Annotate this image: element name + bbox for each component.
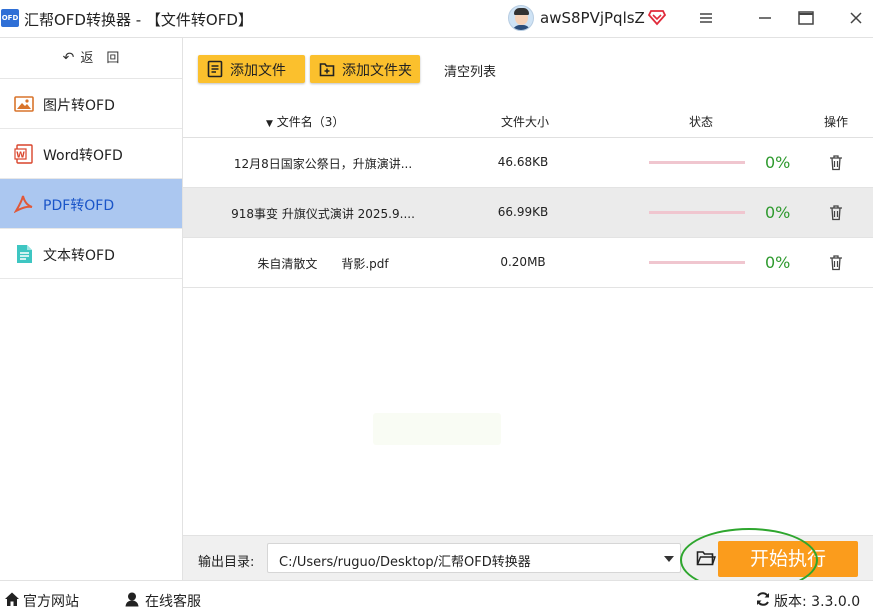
maximize-icon[interactable] bbox=[795, 7, 817, 29]
file-name: 918事变 升旗仪式演讲 2025.9.... bbox=[231, 207, 415, 221]
app-logo: OFD bbox=[1, 9, 19, 27]
vip-diamond-icon[interactable] bbox=[648, 8, 666, 26]
column-header-operation: 操作 bbox=[824, 115, 849, 129]
title-bar: OFD 汇帮OFD转换器 - 【文件转OFD】 awS8PVjPqlsZ bbox=[0, 0, 873, 38]
sidebar-item-label: Word转OFD bbox=[43, 148, 123, 164]
table-row[interactable]: 朱自清散文 背影.pdf 0.20MB 0% bbox=[183, 238, 873, 288]
progress-bar bbox=[649, 261, 745, 264]
sidebar-item-text[interactable]: 文本转OFD bbox=[0, 229, 182, 279]
back-arrow-icon: ↶ bbox=[62, 50, 75, 66]
user-avatar[interactable] bbox=[508, 5, 534, 31]
menu-icon[interactable] bbox=[695, 7, 717, 29]
image-icon bbox=[14, 96, 34, 112]
column-header-name-label: 文件名（3） bbox=[276, 115, 345, 129]
progress-percent: 0% bbox=[765, 203, 791, 222]
add-folder-icon bbox=[319, 63, 335, 77]
output-dir-select[interactable]: C:/Users/ruguo/Desktop/汇帮OFD转换器 bbox=[267, 543, 681, 573]
sidebar-item-label: 图片转OFD bbox=[43, 98, 115, 114]
back-button[interactable]: ↶ 返 回 bbox=[0, 38, 182, 79]
refresh-icon bbox=[757, 592, 769, 606]
back-label: 返 回 bbox=[80, 51, 120, 66]
output-dir-path: C:/Users/ruguo/Desktop/汇帮OFD转换器 bbox=[279, 555, 531, 570]
chevron-down-icon[interactable] bbox=[664, 556, 674, 562]
delete-icon[interactable] bbox=[828, 204, 844, 221]
sidebar-item-label: PDF转OFD bbox=[43, 198, 115, 214]
sidebar-item-pdf[interactable]: PDF转OFD bbox=[0, 179, 182, 229]
output-dir-label: 输出目录: bbox=[198, 555, 255, 570]
customer-service-icon bbox=[125, 592, 139, 607]
table-row[interactable]: 12月8日国家公祭日，升旗演讲... 46.68KB 0% bbox=[183, 138, 873, 188]
text-file-icon bbox=[17, 245, 32, 263]
delete-icon[interactable] bbox=[828, 254, 844, 271]
status-bar: 官方网站 在线客服 版本: 3.3.0.0 bbox=[0, 580, 873, 615]
official-website-label: 官方网站 bbox=[23, 594, 79, 610]
sidebar-item-word[interactable]: W Word转OFD bbox=[0, 129, 182, 179]
file-size: 0.20MB bbox=[500, 255, 546, 269]
version-value: 3.3.0.0 bbox=[811, 594, 861, 610]
add-file-icon bbox=[207, 60, 223, 78]
sidebar-item-image[interactable]: 图片转OFD bbox=[0, 79, 182, 129]
progress-percent: 0% bbox=[765, 153, 791, 172]
progress-bar bbox=[649, 211, 745, 214]
pdf-icon bbox=[14, 195, 33, 214]
add-file-label: 添加文件 bbox=[230, 63, 286, 79]
column-header-name[interactable]: ▼ 文件名（3） bbox=[266, 113, 344, 130]
table-row[interactable]: 918事变 升旗仪式演讲 2025.9.... 66.99KB 0% bbox=[183, 188, 873, 238]
column-header-size: 文件大小 bbox=[501, 115, 550, 129]
delete-icon[interactable] bbox=[828, 154, 844, 171]
column-header-status: 状态 bbox=[689, 115, 714, 129]
main-panel: 添加文件 添加文件夹 清空列表 ▼ 文件名（3） 文件大小 状态 操作 12月8… bbox=[183, 38, 873, 580]
file-size: 66.99KB bbox=[497, 205, 549, 219]
username[interactable]: awS8PVjPqlsZ bbox=[540, 9, 645, 27]
add-folder-label: 添加文件夹 bbox=[342, 63, 412, 79]
online-service-label: 在线客服 bbox=[145, 594, 201, 610]
sidebar: ↶ 返 回 图片转OFD W Word转OFD PDF转OFD 文本转OFD bbox=[0, 38, 183, 580]
version-label: 版本: bbox=[774, 594, 807, 610]
sort-desc-icon: ▼ bbox=[266, 119, 273, 129]
progress-bar bbox=[649, 161, 745, 164]
add-folder-button[interactable]: 添加文件夹 bbox=[310, 55, 420, 83]
faint-watermark bbox=[373, 413, 501, 445]
window-title: 汇帮OFD转换器 - 【文件转OFD】 bbox=[24, 11, 253, 29]
clear-list-button[interactable]: 清空列表 bbox=[444, 61, 496, 80]
file-size: 46.68KB bbox=[497, 155, 549, 169]
table-header: ▼ 文件名（3） 文件大小 状态 操作 bbox=[183, 101, 873, 138]
home-icon bbox=[5, 592, 19, 606]
word-icon: W bbox=[14, 144, 33, 164]
svg-text:W: W bbox=[16, 151, 25, 160]
sidebar-item-label: 文本转OFD bbox=[43, 248, 115, 264]
file-name: 12月8日国家公祭日，升旗演讲... bbox=[233, 157, 413, 171]
file-name: 朱自清散文 背影.pdf bbox=[257, 257, 389, 271]
minimize-icon[interactable] bbox=[754, 7, 776, 29]
progress-percent: 0% bbox=[765, 253, 791, 272]
version-text: 版本: 3.3.0.0 bbox=[774, 591, 860, 611]
close-icon[interactable] bbox=[845, 7, 867, 29]
add-file-button[interactable]: 添加文件 bbox=[198, 55, 305, 83]
